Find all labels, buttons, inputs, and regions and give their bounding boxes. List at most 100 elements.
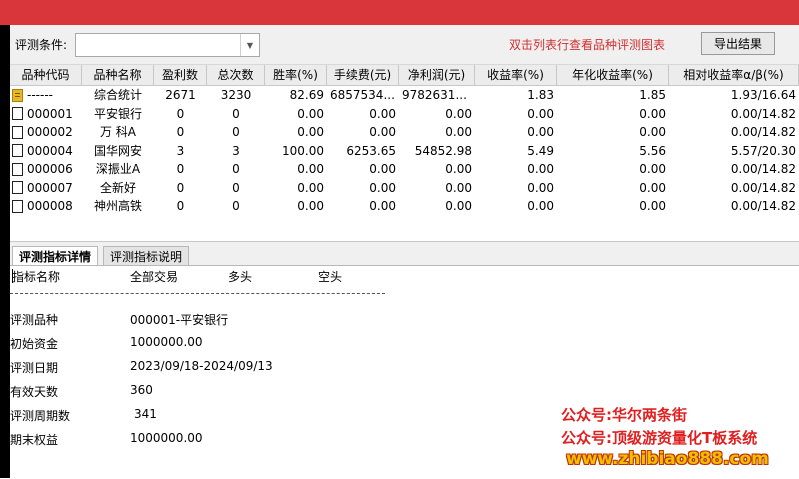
cell-name: 深振业A <box>95 162 141 176</box>
cell-name: 神州高铁 <box>93 199 142 213</box>
cell-relative-return: 0.00/14.82 <box>730 180 796 195</box>
cell-net-profit: 0.00 <box>445 180 472 195</box>
cell-code: 000006 <box>27 162 73 176</box>
detail-separator <box>10 293 385 294</box>
cell-total: 0 <box>232 199 240 213</box>
cell-name: 万 科A <box>99 125 137 139</box>
column-header[interactable]: 品种名称 <box>82 65 154 85</box>
cell-profits: 0 <box>176 180 185 195</box>
cell-annual-return: 0.00 <box>639 125 666 139</box>
cell-annual-return: 0.00 <box>639 162 666 176</box>
cell-return-rate: 0.00 <box>527 180 554 195</box>
column-header[interactable]: 手续费(元) <box>327 65 399 85</box>
tab-indicator-details[interactable]: 评测指标详情 <box>12 246 99 267</box>
column-header[interactable]: 总次数 <box>207 65 265 85</box>
cell-return-rate: 0.00 <box>527 125 554 139</box>
document-icon <box>12 162 23 176</box>
document-icon <box>12 199 23 213</box>
table-row[interactable]: 000002 万 科A 0 0 0.00 0.00 0.00 0.00 0.00… <box>10 123 799 142</box>
toolbar: 评测条件: ▼ 双击列表行查看品种评测图表 导出结果 <box>10 25 799 65</box>
table-row[interactable]: ------ 综合统计 2671 3230 82.69 6857534... 9… <box>10 86 799 105</box>
cell-win-rate: 0.00 <box>297 199 324 213</box>
cell-fee: 0.00 <box>369 106 396 121</box>
cell-relative-return: 0.00/14.82 <box>730 106 796 121</box>
cell-net-profit: 54852.98 <box>414 143 472 158</box>
export-button[interactable]: 导出结果 <box>701 32 775 55</box>
condition-label: 评测条件: <box>15 38 68 52</box>
results-table: 品种代码 品种名称 盈利数 总次数 胜率(%) 手续费(元) 净利润(元) 收益… <box>10 65 799 241</box>
cell-total: 0 <box>232 106 240 121</box>
column-header[interactable]: 收益率(%) <box>475 65 557 85</box>
document-icon <box>12 125 23 139</box>
detail-item-value: 000001-平安银行 <box>130 313 229 327</box>
cell-profits: 0 <box>176 162 185 176</box>
cell-total: 0 <box>232 125 240 139</box>
condition-combobox[interactable]: ▼ <box>75 33 260 57</box>
cell-total: 3 <box>232 143 240 158</box>
cell-profits: 0 <box>176 125 185 139</box>
cell-name: 国华网安 <box>93 143 142 158</box>
table-row[interactable]: 000007 全新好 0 0 0.00 0.00 0.00 0.00 0.00 … <box>10 179 799 198</box>
cell-total: 0 <box>232 162 240 176</box>
column-header[interactable]: 净利润(元) <box>399 65 475 85</box>
left-edge-strip <box>0 0 10 478</box>
table-row[interactable]: 000004 国华网安 3 3 100.00 6253.65 54852.98 … <box>10 142 799 161</box>
cell-profits: 0 <box>176 199 185 213</box>
cell-annual-return: 0.00 <box>639 106 666 121</box>
window-title-bar <box>0 0 799 25</box>
cell-relative-return: 5.57/20.30 <box>730 143 796 158</box>
column-header[interactable]: 年化收益率(%) <box>557 65 669 85</box>
summary-icon <box>12 88 23 102</box>
table-row[interactable]: 000006 深振业A 0 0 0.00 0.00 0.00 0.00 0.00… <box>10 160 799 179</box>
cell-annual-return: 1.85 <box>639 88 666 102</box>
detail-header-name: 指标名称 <box>12 270 61 284</box>
cell-net-profit: 0.00 <box>445 162 472 176</box>
cell-profits: 0 <box>176 106 185 121</box>
cell-fee: 0.00 <box>369 199 396 213</box>
cell-code: 000008 <box>27 199 73 213</box>
cell-annual-return: 0.00 <box>639 199 666 213</box>
column-header[interactable]: 胜率(%) <box>265 65 327 85</box>
chevron-down-icon[interactable]: ▼ <box>240 34 259 56</box>
column-header[interactable]: 品种代码 <box>10 65 82 85</box>
detail-item-label: 评测周期数 <box>10 409 71 423</box>
document-icon <box>12 144 23 158</box>
detail-item-label: 评测日期 <box>10 361 59 375</box>
detail-item-value: 1000000.00 <box>130 431 203 445</box>
cell-fee: 0.00 <box>369 125 396 139</box>
detail-item-value: 2023/09/18-2024/09/13 <box>130 359 273 373</box>
cell-return-rate: 0.00 <box>527 199 554 213</box>
cell-name: 全新好 <box>99 180 136 195</box>
watermark-line-2: 公众号:顶级游资量化T板系统 <box>561 429 758 447</box>
detail-item-label: 有效天数 <box>10 385 59 399</box>
detail-header-all: 全部交易 <box>130 270 179 284</box>
cell-fee: 0.00 <box>369 180 396 195</box>
cell-relative-return: 0.00/14.82 <box>730 199 796 213</box>
cell-code: 000004 <box>27 143 73 158</box>
detail-tab-strip: 评测指标详情 评测指标说明 <box>10 241 799 267</box>
detail-item-label: 评测品种 <box>10 313 59 327</box>
cell-relative-return: 0.00/14.82 <box>730 125 796 139</box>
detail-header-long: 多头 <box>228 270 253 284</box>
cell-code: 000001 <box>27 106 73 121</box>
cell-relative-return: 1.93/16.64 <box>730 88 796 102</box>
detail-item-label: 初始资金 <box>10 337 59 351</box>
column-header[interactable]: 盈利数 <box>154 65 207 85</box>
cell-net-profit: 0.00 <box>445 106 472 121</box>
table-row[interactable]: 000008 神州高铁 0 0 0.00 0.00 0.00 0.00 0.00… <box>10 197 799 216</box>
document-icon <box>12 181 23 195</box>
cell-win-rate: 0.00 <box>297 125 324 139</box>
table-header: 品种代码 品种名称 盈利数 总次数 胜率(%) 手续费(元) 净利润(元) 收益… <box>10 65 799 86</box>
detail-item-value: 360 <box>130 383 153 397</box>
tab-indicator-description[interactable]: 评测指标说明 <box>103 246 190 266</box>
cell-annual-return: 0.00 <box>639 180 666 195</box>
cell-return-rate: 0.00 <box>527 106 554 121</box>
table-row[interactable]: 000001 平安银行 0 0 0.00 0.00 0.00 0.00 0.00… <box>10 105 799 124</box>
cell-return-rate: 5.49 <box>527 143 554 158</box>
cell-win-rate: 100.00 <box>282 143 324 158</box>
column-header[interactable]: 相对收益率α/β(%) <box>669 65 799 85</box>
cell-win-rate: 0.00 <box>297 180 324 195</box>
cell-win-rate: 82.69 <box>289 88 324 102</box>
cell-return-rate: 0.00 <box>527 162 554 176</box>
cell-win-rate: 0.00 <box>297 106 324 121</box>
